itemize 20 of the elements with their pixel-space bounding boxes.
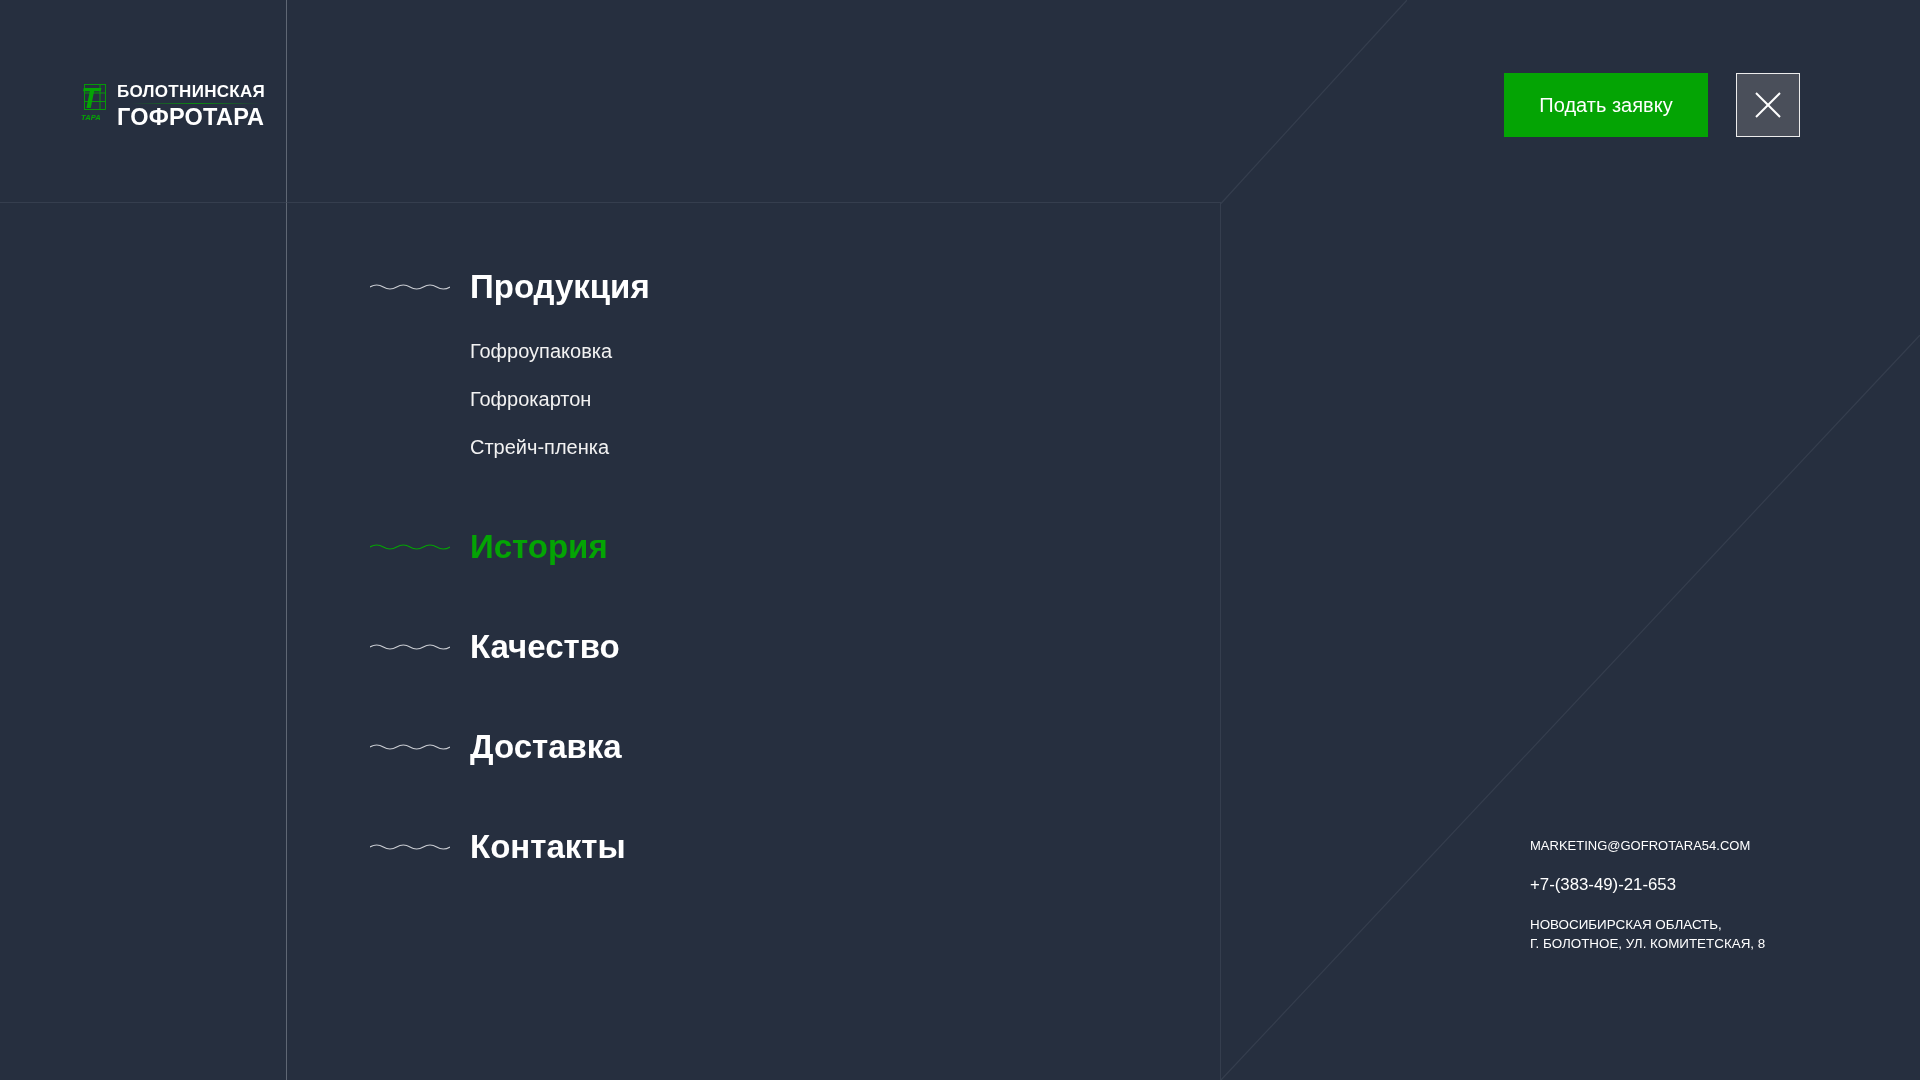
phone-link[interactable]: +7-(383-49)-21-653: [1530, 876, 1676, 894]
submenu-link[interactable]: Стрейч-пленка: [470, 435, 610, 459]
close-icon: [1755, 92, 1781, 118]
menu-link[interactable]: Продукция: [470, 267, 650, 307]
wave-icon: [370, 743, 450, 751]
address-text: НОВОСИБИРСКАЯ ОБЛАСТЬ, Г. БОЛОТНОЕ, УЛ. КОМИТЕТСКАЯ, 8: [1530, 916, 1766, 953]
menu-link[interactable]: Качество: [470, 627, 620, 667]
logo-title: БОЛОТНИНСКАЯ: [117, 83, 266, 101]
submenu-link[interactable]: Гофроупаковка: [470, 339, 613, 363]
logo-wordmark: ГОФРОТАРА: [117, 105, 265, 129]
menu-link[interactable]: Доставка: [470, 727, 622, 767]
wave-icon: [370, 643, 450, 651]
email-link[interactable]: MARKETING@GOFROTARA54.COM: [1530, 837, 1751, 855]
wave-icon: [370, 283, 450, 291]
submenu-link[interactable]: Гофрокартон: [470, 387, 592, 411]
menu-link[interactable]: История: [470, 527, 608, 567]
close-button[interactable]: [1736, 73, 1800, 137]
wave-icon: [370, 843, 450, 851]
menu-link[interactable]: Контакты: [470, 827, 626, 867]
wave-icon: [370, 543, 450, 551]
